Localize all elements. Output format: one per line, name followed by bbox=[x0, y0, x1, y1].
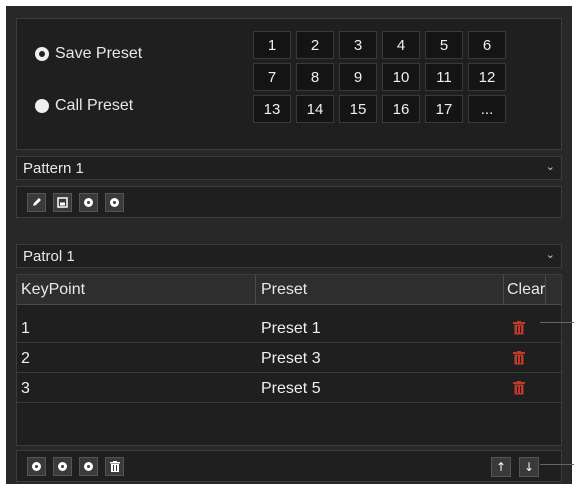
trash-icon[interactable] bbox=[513, 381, 525, 395]
keypoint-cell: 1 bbox=[21, 320, 30, 337]
preset-number-button[interactable]: 11 bbox=[425, 63, 463, 91]
table-row[interactable]: 3 Preset 5 bbox=[17, 375, 563, 403]
preset-number-button[interactable]: 6 bbox=[468, 31, 506, 59]
preset-number-button[interactable]: 4 bbox=[382, 31, 420, 59]
keypoint-cell: 3 bbox=[21, 380, 30, 397]
save-preset-radio[interactable] bbox=[35, 47, 49, 61]
stop-icon[interactable] bbox=[79, 457, 98, 476]
settings-icon[interactable] bbox=[27, 457, 46, 476]
preset-cell: Preset 5 bbox=[261, 380, 321, 397]
save-preset-option[interactable]: Save Preset bbox=[35, 45, 142, 63]
preset-cell: Preset 1 bbox=[261, 320, 321, 337]
keypoint-cell: 2 bbox=[21, 350, 30, 367]
table-row[interactable]: 2 Preset 3 bbox=[17, 345, 563, 373]
ptz-panel: Save Preset Call Preset 1 2 3 4 5 6 7 8 … bbox=[6, 6, 572, 484]
stop-icon[interactable] bbox=[105, 193, 124, 212]
delete-icon[interactable] bbox=[105, 457, 124, 476]
start-icon[interactable] bbox=[79, 193, 98, 212]
keypoint-column-header[interactable]: KeyPoint bbox=[21, 281, 85, 299]
preset-number-button[interactable]: 7 bbox=[253, 63, 291, 91]
call-preset-label: Call Preset bbox=[55, 97, 134, 114]
pattern-toolbar bbox=[16, 186, 562, 218]
trash-icon[interactable] bbox=[513, 351, 525, 365]
preset-number-button[interactable]: 8 bbox=[296, 63, 334, 91]
preset-number-button[interactable]: 10 bbox=[382, 63, 420, 91]
preset-number-button[interactable]: 17 bbox=[425, 95, 463, 123]
up-arrow-icon[interactable]: ↑ bbox=[491, 457, 511, 477]
preset-number-button[interactable]: 5 bbox=[425, 31, 463, 59]
patrol-selected-value: Patrol 1 bbox=[23, 247, 75, 265]
preset-cell: Preset 3 bbox=[261, 350, 321, 367]
call-preset-option[interactable]: Call Preset bbox=[35, 97, 133, 115]
preset-number-button[interactable]: 14 bbox=[296, 95, 334, 123]
table-header: KeyPoint Preset Clear bbox=[17, 275, 561, 305]
preset-number-button[interactable]: 9 bbox=[339, 63, 377, 91]
callout-line bbox=[540, 464, 574, 465]
pattern-dropdown[interactable]: Pattern 1 ⌄ bbox=[16, 156, 562, 180]
chevron-down-icon: ⌄ bbox=[545, 161, 555, 173]
down-arrow-icon[interactable]: ↓ bbox=[519, 457, 539, 477]
call-preset-radio[interactable] bbox=[35, 99, 49, 113]
preset-number-grid: 1 2 3 4 5 6 7 8 9 10 11 12 13 14 15 16 1… bbox=[253, 31, 506, 123]
table-row[interactable]: 1 Preset 1 bbox=[17, 315, 563, 343]
save-icon[interactable] bbox=[53, 193, 72, 212]
preset-section: Save Preset Call Preset 1 2 3 4 5 6 7 8 … bbox=[16, 18, 562, 150]
preset-number-button[interactable]: 15 bbox=[339, 95, 377, 123]
callout-line bbox=[540, 322, 574, 323]
preset-number-button[interactable]: 3 bbox=[339, 31, 377, 59]
preset-number-button[interactable]: 1 bbox=[253, 31, 291, 59]
clear-column-header[interactable]: Clear bbox=[507, 281, 545, 299]
preset-number-button[interactable]: 12 bbox=[468, 63, 506, 91]
preset-number-button[interactable]: 16 bbox=[382, 95, 420, 123]
patrol-dropdown[interactable]: Patrol 1 ⌄ bbox=[16, 244, 562, 268]
patrol-keypoint-table: KeyPoint Preset Clear 1 Preset 1 2 Prese… bbox=[16, 274, 563, 446]
trash-icon[interactable] bbox=[513, 321, 525, 335]
pencil-icon[interactable] bbox=[27, 193, 46, 212]
patrol-toolbar: ↑ ↓ bbox=[16, 450, 562, 482]
preset-number-button[interactable]: 13 bbox=[253, 95, 291, 123]
start-icon[interactable] bbox=[53, 457, 72, 476]
save-preset-label: Save Preset bbox=[55, 45, 143, 62]
preset-more-button[interactable]: ... bbox=[468, 95, 506, 123]
preset-number-button[interactable]: 2 bbox=[296, 31, 334, 59]
pattern-selected-value: Pattern 1 bbox=[23, 159, 84, 177]
preset-column-header[interactable]: Preset bbox=[261, 281, 307, 299]
chevron-down-icon: ⌄ bbox=[545, 249, 555, 261]
